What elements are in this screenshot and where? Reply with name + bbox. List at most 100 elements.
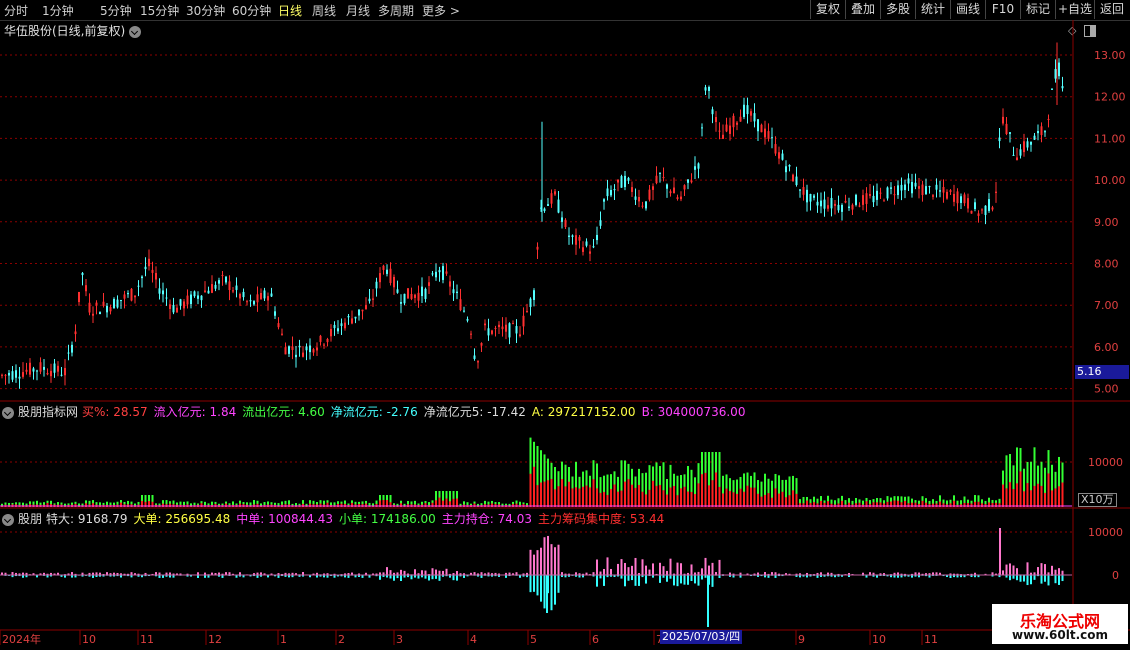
inflow-bar	[641, 491, 644, 507]
candle-body	[522, 315, 525, 327]
mark-button[interactable]: 标记	[1020, 0, 1055, 19]
inflow-bar	[183, 505, 185, 507]
diamond-icon[interactable]: ◇	[1068, 24, 1076, 37]
price-tick-label: 6.00	[1094, 341, 1119, 354]
tab-more[interactable]: 更多 >	[422, 2, 460, 19]
candle-body	[60, 374, 63, 376]
inflow-bar	[144, 501, 147, 507]
overlay-button[interactable]: 叠加	[845, 0, 880, 19]
big-order-bar	[967, 573, 969, 575]
candle-body	[666, 184, 668, 189]
big-order-bar	[648, 569, 651, 575]
inflow-bar	[890, 501, 892, 507]
tab-multi-period[interactable]: 多周期	[378, 2, 414, 19]
candle-body	[743, 104, 745, 117]
small-order-bar	[606, 575, 609, 578]
outflow-bar	[116, 501, 119, 507]
outflow-bar	[722, 475, 724, 507]
big-order-bar	[599, 571, 602, 575]
inflow-bar	[736, 493, 738, 507]
inflow-bar	[470, 505, 472, 507]
inflow-bar	[1040, 485, 1043, 507]
small-order-bar	[410, 575, 413, 580]
outflow-bar	[603, 475, 605, 507]
outflow-bar	[942, 499, 945, 507]
tab-weekly[interactable]: 周线	[312, 2, 336, 19]
outflow-bar	[774, 473, 777, 507]
inflow-bar	[459, 505, 462, 507]
small-order-bar	[750, 575, 752, 577]
outflow-bar	[596, 463, 598, 507]
chevron-down-icon[interactable]	[129, 25, 142, 38]
inflow-bar	[162, 503, 164, 507]
candle-body	[172, 304, 175, 313]
candle-body	[270, 293, 273, 297]
tab-30min[interactable]: 30分钟	[186, 2, 225, 19]
inflow-bar	[8, 505, 10, 507]
tab-monthly[interactable]: 月线	[346, 2, 370, 19]
tab-1min[interactable]: 1分钟	[42, 2, 74, 19]
inflow-bar	[596, 488, 598, 507]
tab-fenshi[interactable]: 分时	[4, 2, 28, 19]
inflow-bar	[900, 502, 903, 507]
big-order-bar	[211, 572, 213, 575]
back-button[interactable]: 返回	[1094, 0, 1129, 19]
candle-body	[442, 266, 444, 280]
candle-body	[1009, 132, 1011, 134]
candle-body	[193, 291, 196, 297]
outflow-bar	[480, 503, 483, 507]
small-order-bar	[207, 575, 210, 578]
candle-body	[232, 290, 234, 292]
inflow-bar	[368, 505, 371, 507]
stats-button[interactable]: 统计	[915, 0, 950, 19]
inflow-bar	[522, 504, 525, 507]
big-order-bar	[74, 573, 77, 575]
small-order-bar	[57, 575, 59, 576]
chevron-down-icon[interactable]	[2, 406, 14, 419]
tab-60min[interactable]: 60分钟	[232, 2, 271, 19]
candle-body	[746, 105, 749, 115]
f10-button[interactable]: F10	[985, 0, 1020, 19]
tab-15min[interactable]: 15分钟	[140, 2, 179, 19]
small-order-bar	[890, 575, 892, 578]
panel-toggle-icon[interactable]	[1084, 24, 1097, 37]
candle-body	[806, 189, 808, 203]
big-order-bar	[757, 572, 759, 575]
outflow-bar	[582, 471, 584, 507]
outflow-bar	[162, 500, 164, 507]
big-order-bar	[522, 573, 525, 575]
outflow-bar	[190, 503, 192, 507]
inflow-bar	[284, 504, 287, 507]
x-tick-label: 3	[396, 633, 403, 646]
add-watchlist-button[interactable]: +自选	[1055, 0, 1094, 19]
tab-5min[interactable]: 5分钟	[100, 2, 132, 19]
small-order-bar	[60, 575, 63, 577]
candle-body	[1023, 141, 1025, 153]
chevron-down-icon[interactable]	[2, 513, 14, 526]
outflow-bar	[393, 503, 395, 507]
candle-body	[165, 297, 168, 299]
tab-daily[interactable]: 日线	[278, 2, 302, 19]
fuquan-button[interactable]: 复权	[810, 0, 845, 19]
draw-line-button[interactable]: 画线	[950, 0, 985, 19]
inflow-bar	[855, 503, 857, 507]
multi-stock-button[interactable]: 多股	[880, 0, 915, 19]
small-order-bar	[764, 575, 766, 578]
outflow-bar	[960, 500, 962, 507]
inflow-bar	[725, 488, 728, 507]
small-order-bar	[358, 575, 360, 577]
inflow-bar	[662, 490, 665, 507]
outflow-bar	[158, 503, 161, 507]
outflow-bar	[634, 476, 637, 507]
inflow-bar	[848, 502, 850, 507]
big-order-bar	[67, 573, 70, 575]
big-order-bar	[578, 573, 581, 575]
big-order-bar	[130, 572, 133, 575]
small-order-bar	[694, 575, 696, 584]
small-order-bar	[543, 575, 546, 609]
small-order-bar	[813, 575, 815, 576]
outflow-bar	[669, 464, 672, 507]
kline-chart-area[interactable]: 13.0012.0011.0010.009.008.007.006.005.00…	[0, 0, 1130, 650]
big-order-bar	[876, 574, 878, 575]
inflow-bar	[53, 504, 56, 507]
